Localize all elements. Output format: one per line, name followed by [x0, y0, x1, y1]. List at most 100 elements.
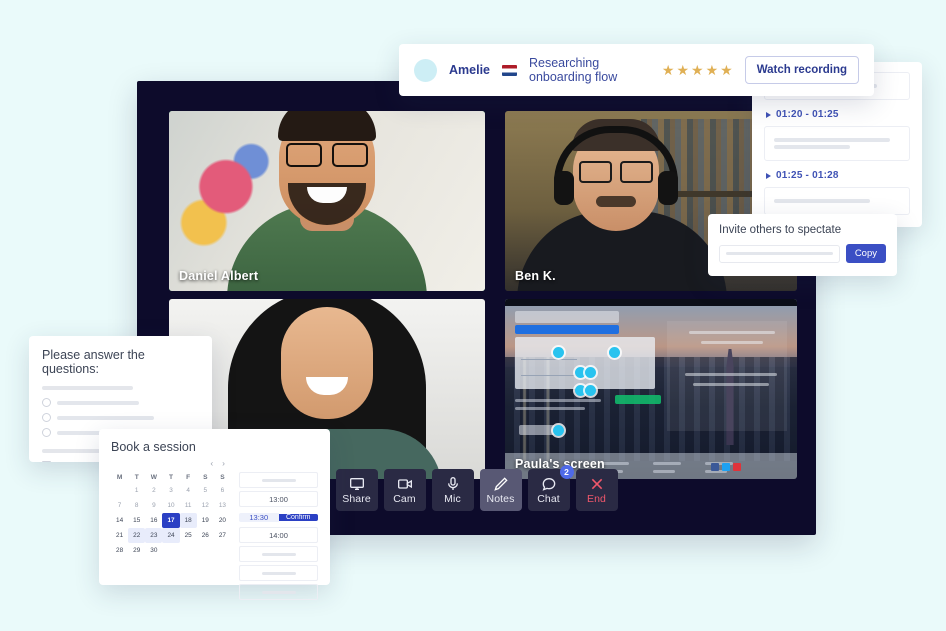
- weekday-label: F: [186, 474, 191, 481]
- notes-label: Notes: [486, 492, 515, 505]
- confirm-button[interactable]: Confirm: [278, 513, 318, 521]
- transcript-timestamp-row-0[interactable]: 01:20 - 01:25: [766, 109, 910, 120]
- transcript-note-2[interactable]: [764, 187, 910, 215]
- time-slot[interactable]: [239, 565, 318, 581]
- screenshare-heading: [515, 311, 619, 323]
- calendar-day[interactable]: 4: [180, 483, 197, 498]
- chat-label: Chat: [537, 492, 560, 505]
- session-topic: Researching onboarding flow: [529, 56, 618, 84]
- calendar: ‹ › M T W T F S S 1 2 3 4 5 6 7 8 9 10 1…: [111, 458, 231, 600]
- calendar-day[interactable]: 14: [111, 513, 128, 528]
- calendar-day[interactable]: 26: [197, 528, 214, 543]
- screenshare-cursor-dot-7: [553, 425, 564, 436]
- calendar-week-row: 28 29 30: [111, 543, 231, 558]
- mic-button[interactable]: Mic: [431, 469, 474, 511]
- monitor-icon: [349, 477, 364, 490]
- rating-stars[interactable]: ★ ★ ★ ★ ★: [662, 63, 733, 77]
- time-slot[interactable]: [239, 546, 318, 562]
- calendar-day[interactable]: 2: [145, 483, 162, 498]
- calendar-weekday-row: M T W T F S S: [111, 472, 231, 483]
- time-slot-selected[interactable]: 13:30 Confirm: [239, 510, 318, 524]
- close-icon: [591, 478, 602, 489]
- time-slot[interactable]: 14:00: [239, 527, 318, 543]
- weekday-label: T: [168, 474, 173, 481]
- recording-header-card: Amelie Researching onboarding flow ★ ★ ★…: [399, 44, 874, 96]
- transcript-timestamp-row-1[interactable]: 01:25 - 01:28: [766, 170, 910, 181]
- checkbox-icon[interactable]: [42, 461, 51, 462]
- participant-name: Amelie: [449, 63, 490, 77]
- calendar-day[interactable]: 9: [145, 498, 162, 513]
- weekday-label: T: [134, 474, 139, 481]
- star-icon: ★: [676, 62, 689, 78]
- radio-icon[interactable]: [42, 398, 51, 407]
- radio-icon[interactable]: [42, 413, 51, 422]
- invite-title: Invite others to spectate: [719, 224, 842, 236]
- radio-icon[interactable]: [42, 428, 51, 437]
- time-slot-label: 13:30: [239, 512, 279, 522]
- copy-link-button[interactable]: Copy: [845, 244, 886, 263]
- invite-row: Copy: [719, 244, 886, 263]
- calendar-day: [111, 483, 128, 498]
- calendar-day-available[interactable]: 22: [128, 528, 146, 543]
- prev-month-button[interactable]: ‹: [210, 458, 213, 468]
- booking-card: Book a session ‹ › M T W T F S S 1 2 3 4…: [99, 429, 330, 600]
- invite-link-input[interactable]: [719, 244, 840, 263]
- calendar-day[interactable]: 10: [162, 498, 179, 513]
- calendar-day[interactable]: 13: [214, 498, 231, 513]
- radio-option[interactable]: [42, 413, 199, 422]
- next-month-button[interactable]: ›: [222, 458, 225, 468]
- calendar-day[interactable]: 7: [111, 498, 128, 513]
- calendar-nav: ‹ ›: [111, 458, 225, 468]
- share-label: Share: [342, 492, 371, 505]
- calendar-day-available[interactable]: 24: [162, 528, 180, 543]
- invite-spectators-card: Invite others to spectate Copy: [708, 214, 897, 276]
- calendar-day[interactable]: 5: [197, 483, 214, 498]
- calendar-day[interactable]: 6: [214, 483, 231, 498]
- time-slot[interactable]: [239, 472, 318, 488]
- calendar-day[interactable]: 29: [128, 543, 145, 558]
- calendar-day[interactable]: 11: [180, 498, 197, 513]
- tile-head-shape: [281, 307, 373, 419]
- calendar-day: [214, 543, 231, 558]
- screenshare-highlight-bar: [515, 325, 619, 334]
- end-call-button[interactable]: End: [575, 469, 618, 511]
- calendar-week-row: 21 22 23 24 25 26 27: [111, 528, 231, 543]
- calendar-day[interactable]: 21: [111, 528, 128, 543]
- camera-icon: [397, 479, 412, 489]
- screenshare-cursor-dot-4: [585, 367, 596, 378]
- chat-bubble-icon: [542, 477, 555, 491]
- video-tile-paula-screen[interactable]: Paula's screen: [505, 299, 797, 479]
- watch-recording-button[interactable]: Watch recording: [744, 56, 859, 84]
- transcript-note-1[interactable]: [764, 126, 910, 161]
- calendar-day[interactable]: 8: [128, 498, 145, 513]
- mic-label: Mic: [444, 492, 461, 505]
- calendar-day-available[interactable]: 23: [145, 528, 163, 543]
- radio-option[interactable]: [42, 398, 199, 407]
- time-slot-list: 13:00 13:30 Confirm 14:00: [239, 458, 318, 600]
- video-tile-daniel[interactable]: Daniel Albert: [169, 111, 485, 291]
- calendar-day[interactable]: 12: [197, 498, 214, 513]
- calendar-day[interactable]: 15: [128, 513, 145, 528]
- calendar-day[interactable]: 20: [214, 513, 231, 528]
- screenshare-panel: [515, 337, 655, 389]
- calendar-day-available[interactable]: 18: [179, 513, 197, 528]
- calendar-day[interactable]: 27: [214, 528, 231, 543]
- time-slot[interactable]: [239, 584, 318, 600]
- time-slot[interactable]: 13:00: [239, 491, 318, 507]
- calendar-day[interactable]: 16: [145, 513, 162, 528]
- calendar-grid: M T W T F S S 1 2 3 4 5 6 7 8 9 10 11 12…: [111, 472, 231, 558]
- calendar-day-selected[interactable]: 17: [162, 513, 180, 528]
- weekday-label: S: [220, 474, 225, 481]
- notes-button[interactable]: Notes: [479, 469, 522, 511]
- calendar-day[interactable]: 1: [128, 483, 145, 498]
- microphone-icon: [447, 476, 458, 490]
- calendar-week-row: 14 15 16 17 18 19 20: [111, 513, 231, 528]
- share-button[interactable]: Share: [335, 469, 378, 511]
- calendar-day[interactable]: 19: [197, 513, 214, 528]
- calendar-day[interactable]: 30: [145, 543, 162, 558]
- calendar-day[interactable]: 28: [111, 543, 128, 558]
- calendar-day[interactable]: 25: [180, 528, 197, 543]
- cam-button[interactable]: Cam: [383, 469, 426, 511]
- calendar-day[interactable]: 3: [162, 483, 179, 498]
- chat-button[interactable]: Chat 2: [527, 465, 574, 511]
